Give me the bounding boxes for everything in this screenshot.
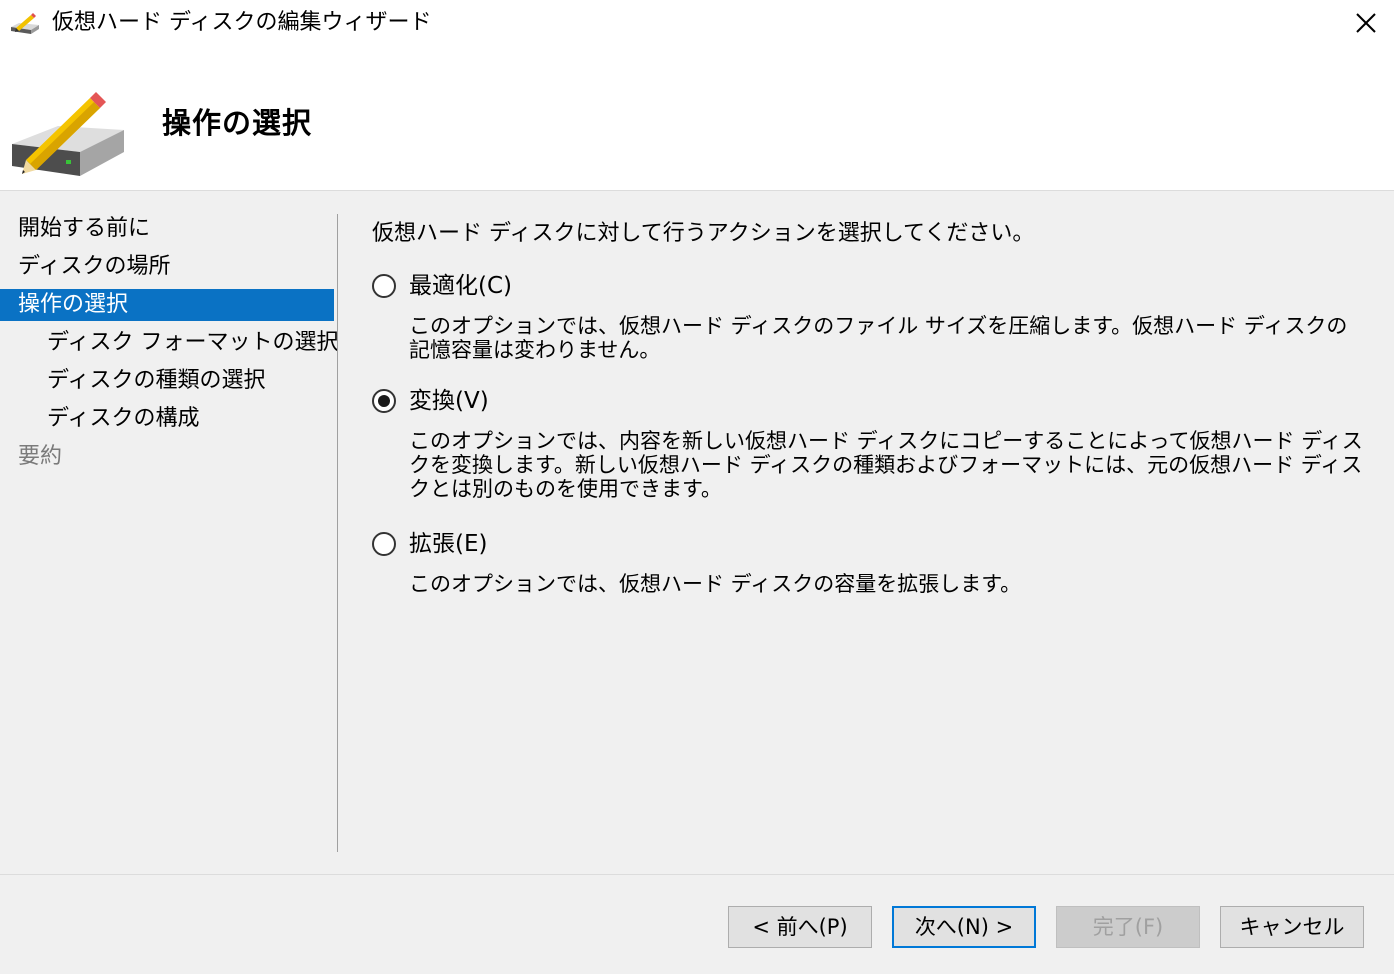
finish-button: 完了(F)	[1056, 906, 1200, 948]
header-region: 仮想ハード ディスクの編集ウィザード 操作の選択	[0, 0, 1394, 191]
close-button[interactable]	[1338, 0, 1394, 46]
footer-separator	[0, 874, 1394, 875]
content-panel: 仮想ハード ディスクに対して行うアクションを選択してください。 最適化(C) こ…	[372, 218, 1363, 596]
radio-compact-row[interactable]: 最適化(C)	[372, 270, 1362, 306]
wizard-steps-nav: 開始する前に ディスクの場所 操作の選択 ディスク フォーマットの選択 ディスク…	[0, 210, 338, 476]
nav-item-disk-location[interactable]: ディスクの場所	[0, 248, 334, 286]
radio-convert-label[interactable]: 変換(V)	[409, 385, 489, 417]
radio-expand[interactable]	[372, 532, 396, 556]
title-bar[interactable]: 仮想ハード ディスクの編集ウィザード	[0, 0, 1394, 46]
nav-item-summary: 要約	[18, 444, 63, 469]
intro-text: 仮想ハード ディスクに対して行うアクションを選択してください。	[372, 221, 1035, 246]
wizard-window: 仮想ハード ディスクの編集ウィザード 操作の選択 開始する前に ディスクの場所 …	[0, 0, 1394, 974]
radio-convert-row[interactable]: 変換(V)	[372, 385, 1362, 421]
radio-compact[interactable]	[372, 274, 396, 298]
radio-expand-row[interactable]: 拡張(E)	[372, 528, 1362, 564]
prev-button[interactable]: < 前へ(P)	[728, 906, 872, 948]
nav-item-before-you-begin[interactable]: 開始する前に	[0, 210, 334, 248]
nav-item-configure-disk[interactable]: ディスクの構成	[0, 400, 334, 438]
cancel-button[interactable]: キャンセル	[1220, 906, 1364, 948]
option-convert-description: このオプションでは、内容を新しい仮想ハード ディスクにコピーすることによって仮想…	[409, 429, 1363, 501]
option-expand-description: このオプションでは、仮想ハード ディスクの容量を拡張します。	[409, 572, 1022, 596]
nav-divider	[337, 214, 338, 852]
page-title: 操作の選択	[162, 106, 313, 140]
nav-item-choose-format[interactable]: ディスク フォーマットの選択	[0, 324, 338, 362]
nav-item-choose-action[interactable]: 操作の選択	[0, 289, 334, 321]
nav-item-choose-type[interactable]: ディスクの種類の選択	[0, 362, 334, 400]
radio-convert[interactable]	[372, 389, 396, 413]
next-button[interactable]: 次へ(N) >	[892, 906, 1036, 948]
radio-expand-label[interactable]: 拡張(E)	[409, 528, 487, 560]
disk-pencil-icon	[11, 13, 39, 34]
option-convert: 変換(V) このオプションでは、内容を新しい仮想ハード ディスクにコピーすること…	[372, 385, 1363, 501]
option-compact-description: このオプションでは、仮想ハード ディスクのファイル サイズを圧縮します。仮想ハー…	[409, 314, 1348, 362]
option-expand: 拡張(E) このオプションでは、仮想ハード ディスクの容量を拡張します。	[372, 528, 1362, 596]
radio-compact-label[interactable]: 最適化(C)	[409, 270, 512, 302]
close-icon	[1356, 13, 1376, 33]
disk-pencil-icon	[12, 92, 124, 176]
window-title: 仮想ハード ディスクの編集ウィザード	[52, 10, 432, 35]
option-compact: 最適化(C) このオプションでは、仮想ハード ディスクのファイル サイズを圧縮し…	[372, 270, 1362, 362]
